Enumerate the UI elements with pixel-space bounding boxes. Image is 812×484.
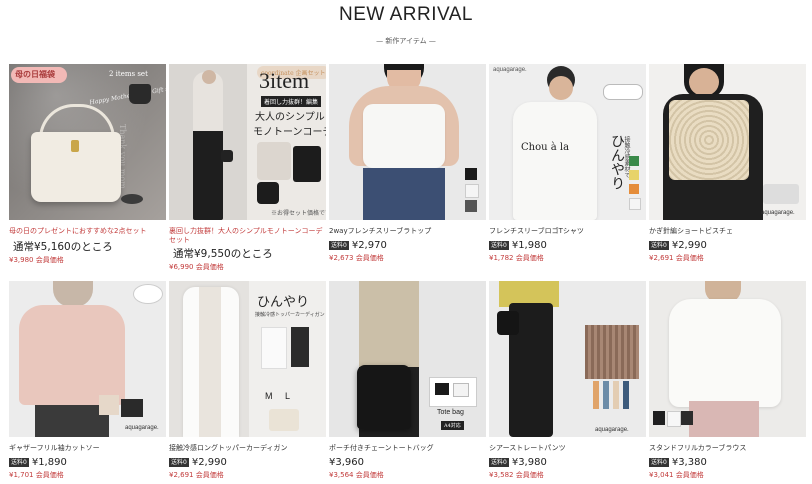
product-name[interactable]: ギャザーフリル袖カットソー [9, 444, 166, 453]
product-card[interactable]: スタンドフリルカラーブラウス 送料0 ¥3,380 ¥3,041 会員価格 [649, 281, 806, 480]
product-card[interactable]: 2wayフレンチスリーブラトップ 送料0 ¥2,970 ¥2,673 会員価格 [329, 64, 486, 263]
member-price: ¥2,691 会員価格 [649, 254, 704, 262]
price: ¥1,980 [511, 240, 547, 251]
member-price: ¥3,582 会員価格 [489, 471, 544, 479]
brand-logo: aquagarage. [761, 210, 795, 216]
tshirt-garment [513, 102, 597, 220]
price: ¥3,980 [511, 457, 547, 468]
free-shipping-badge: 送料0 [489, 458, 509, 467]
product-card[interactable]: 母の日福袋 2 items set Happy Mother's day Gif… [9, 64, 166, 265]
product-card[interactable]: aquagarage. ギャザーフリル袖カットソー 送料0 ¥1,890 ¥1,… [9, 281, 166, 480]
member-price: ¥3,041 会員価格 [649, 471, 704, 479]
product-image[interactable]: aquagarage. Chou à la ひんやり 接触冷感素材で [489, 64, 646, 220]
product-image[interactable]: coordinate 企画セット 3item 着回し力抜群！編集 大人のシンプル… [169, 64, 326, 220]
product-name[interactable]: ポーチ付きチェーントートバッグ [329, 444, 486, 453]
product-image[interactable]: aquagarage. [489, 281, 646, 437]
page-title: NEW ARRIVAL [339, 4, 473, 25]
brand-logo: aquagarage. [493, 67, 527, 73]
tote-label: Tote bag [437, 409, 464, 416]
product-card[interactable]: aquagarage. シアーストレートパンツ 送料0 ¥3,980 ¥3,58… [489, 281, 646, 480]
member-price: ¥2,673 会員価格 [329, 254, 384, 262]
note-text: ※お得セット価格です [271, 210, 326, 217]
price: ¥1,890 [31, 457, 67, 468]
free-shipping-badge: 送料0 [329, 241, 349, 250]
product-card[interactable]: coordinate 企画セット 3item 着回し力抜群！編集 大人のシンプル… [169, 64, 326, 272]
product-image[interactable] [329, 64, 486, 220]
product-image[interactable]: Tote bag A4対応 [329, 281, 486, 437]
normal-price: 通常¥5,160のところ [13, 241, 113, 253]
member-price: ¥3,980 会員価格 [9, 256, 64, 264]
brand-logo: aquagarage. [125, 425, 159, 431]
member-price: ¥6,990 会員価格 [169, 263, 224, 271]
size-l: L [285, 391, 291, 401]
free-shipping-badge: 送料0 [169, 458, 189, 467]
product-name[interactable]: 裏回し力抜群！大人のシンプルモノトーンコーデセット [169, 227, 326, 245]
headline-2: モノトーンコーデ [253, 127, 326, 138]
headline-1: 大人のシンプル [255, 112, 325, 123]
product-name[interactable]: スタンドフリルカラーブラウス [649, 444, 806, 453]
product-name[interactable]: かぎ針編ショートビスチェ [649, 227, 806, 236]
tote-bag [357, 365, 411, 429]
product-image[interactable]: 母の日福袋 2 items set Happy Mother's day Gif… [9, 64, 166, 220]
product-card[interactable]: aquagarage. かぎ針編ショートビスチェ 送料0 ¥2,990 ¥2,6… [649, 64, 806, 263]
product-image[interactable]: aquagarage. [9, 281, 166, 437]
model-figure [193, 72, 223, 220]
item-count: 3item [259, 68, 310, 93]
blouse-garment [669, 299, 781, 407]
member-price: ¥1,782 会員価格 [489, 254, 544, 262]
top-garment [363, 104, 445, 168]
free-shipping-badge: 送料0 [649, 241, 669, 250]
free-shipping-badge: 送料0 [649, 458, 669, 467]
page-subtitle: — 新作アイテム — [376, 37, 436, 45]
blouse-garment [19, 305, 125, 405]
free-shipping-badge: 送料0 [9, 458, 29, 467]
price: ¥3,960 [329, 457, 364, 468]
product-name[interactable]: シアーストレートパンツ [489, 444, 646, 453]
a4-label: A4対応 [441, 421, 464, 430]
crochet-bustier [669, 100, 749, 180]
headline: ひんやり [257, 295, 310, 310]
product-image[interactable]: aquagarage. [649, 64, 806, 220]
product-name[interactable]: フレンチスリーブロゴTシャツ [489, 227, 646, 236]
normal-price: 通常¥9,550のところ [173, 248, 273, 260]
items-text: 2 items set [109, 70, 148, 78]
member-price: ¥3,564 会員価格 [329, 471, 384, 479]
product-name[interactable]: 接触冷感ロングトッパーカーディガン [169, 444, 326, 453]
member-price: ¥1,701 会員価格 [9, 471, 64, 479]
product-name[interactable]: 2wayフレンチスリーブラトップ [329, 227, 486, 236]
price: ¥2,990 [671, 240, 707, 251]
price: ¥3,380 [671, 457, 707, 468]
sub-headline: 接触冷感トッパーカーディガン [255, 312, 325, 318]
tshirt-logo: Chou à la [521, 142, 570, 153]
price: ¥2,970 [351, 240, 387, 251]
product-name[interactable]: 母の日のプレゼントにおすすめな2点セット [9, 227, 166, 236]
product-card[interactable]: Tote bag A4対応 ポーチ付きチェーントートバッグ ¥3,960 ¥3,… [329, 281, 486, 480]
size-m: M [265, 391, 273, 401]
tag-text: 母の日福袋 [15, 69, 55, 79]
product-image[interactable] [649, 281, 806, 437]
brand-logo: aquagarage. [595, 427, 629, 433]
product-card[interactable]: ひんやり 接触冷感トッパーカーディガン M L 接触冷感ロングトッパーカーディガ… [169, 281, 326, 480]
product-image[interactable]: ひんやり 接触冷感トッパーカーディガン M L [169, 281, 326, 437]
free-shipping-badge: 送料0 [489, 241, 509, 250]
feature-label: 着回し力抜群！編集 [261, 96, 322, 107]
member-price: ¥2,691 会員価格 [169, 471, 224, 479]
price: ¥2,990 [191, 457, 227, 468]
product-card[interactable]: aquagarage. Chou à la ひんやり 接触冷感素材で フレンチス… [489, 64, 646, 263]
